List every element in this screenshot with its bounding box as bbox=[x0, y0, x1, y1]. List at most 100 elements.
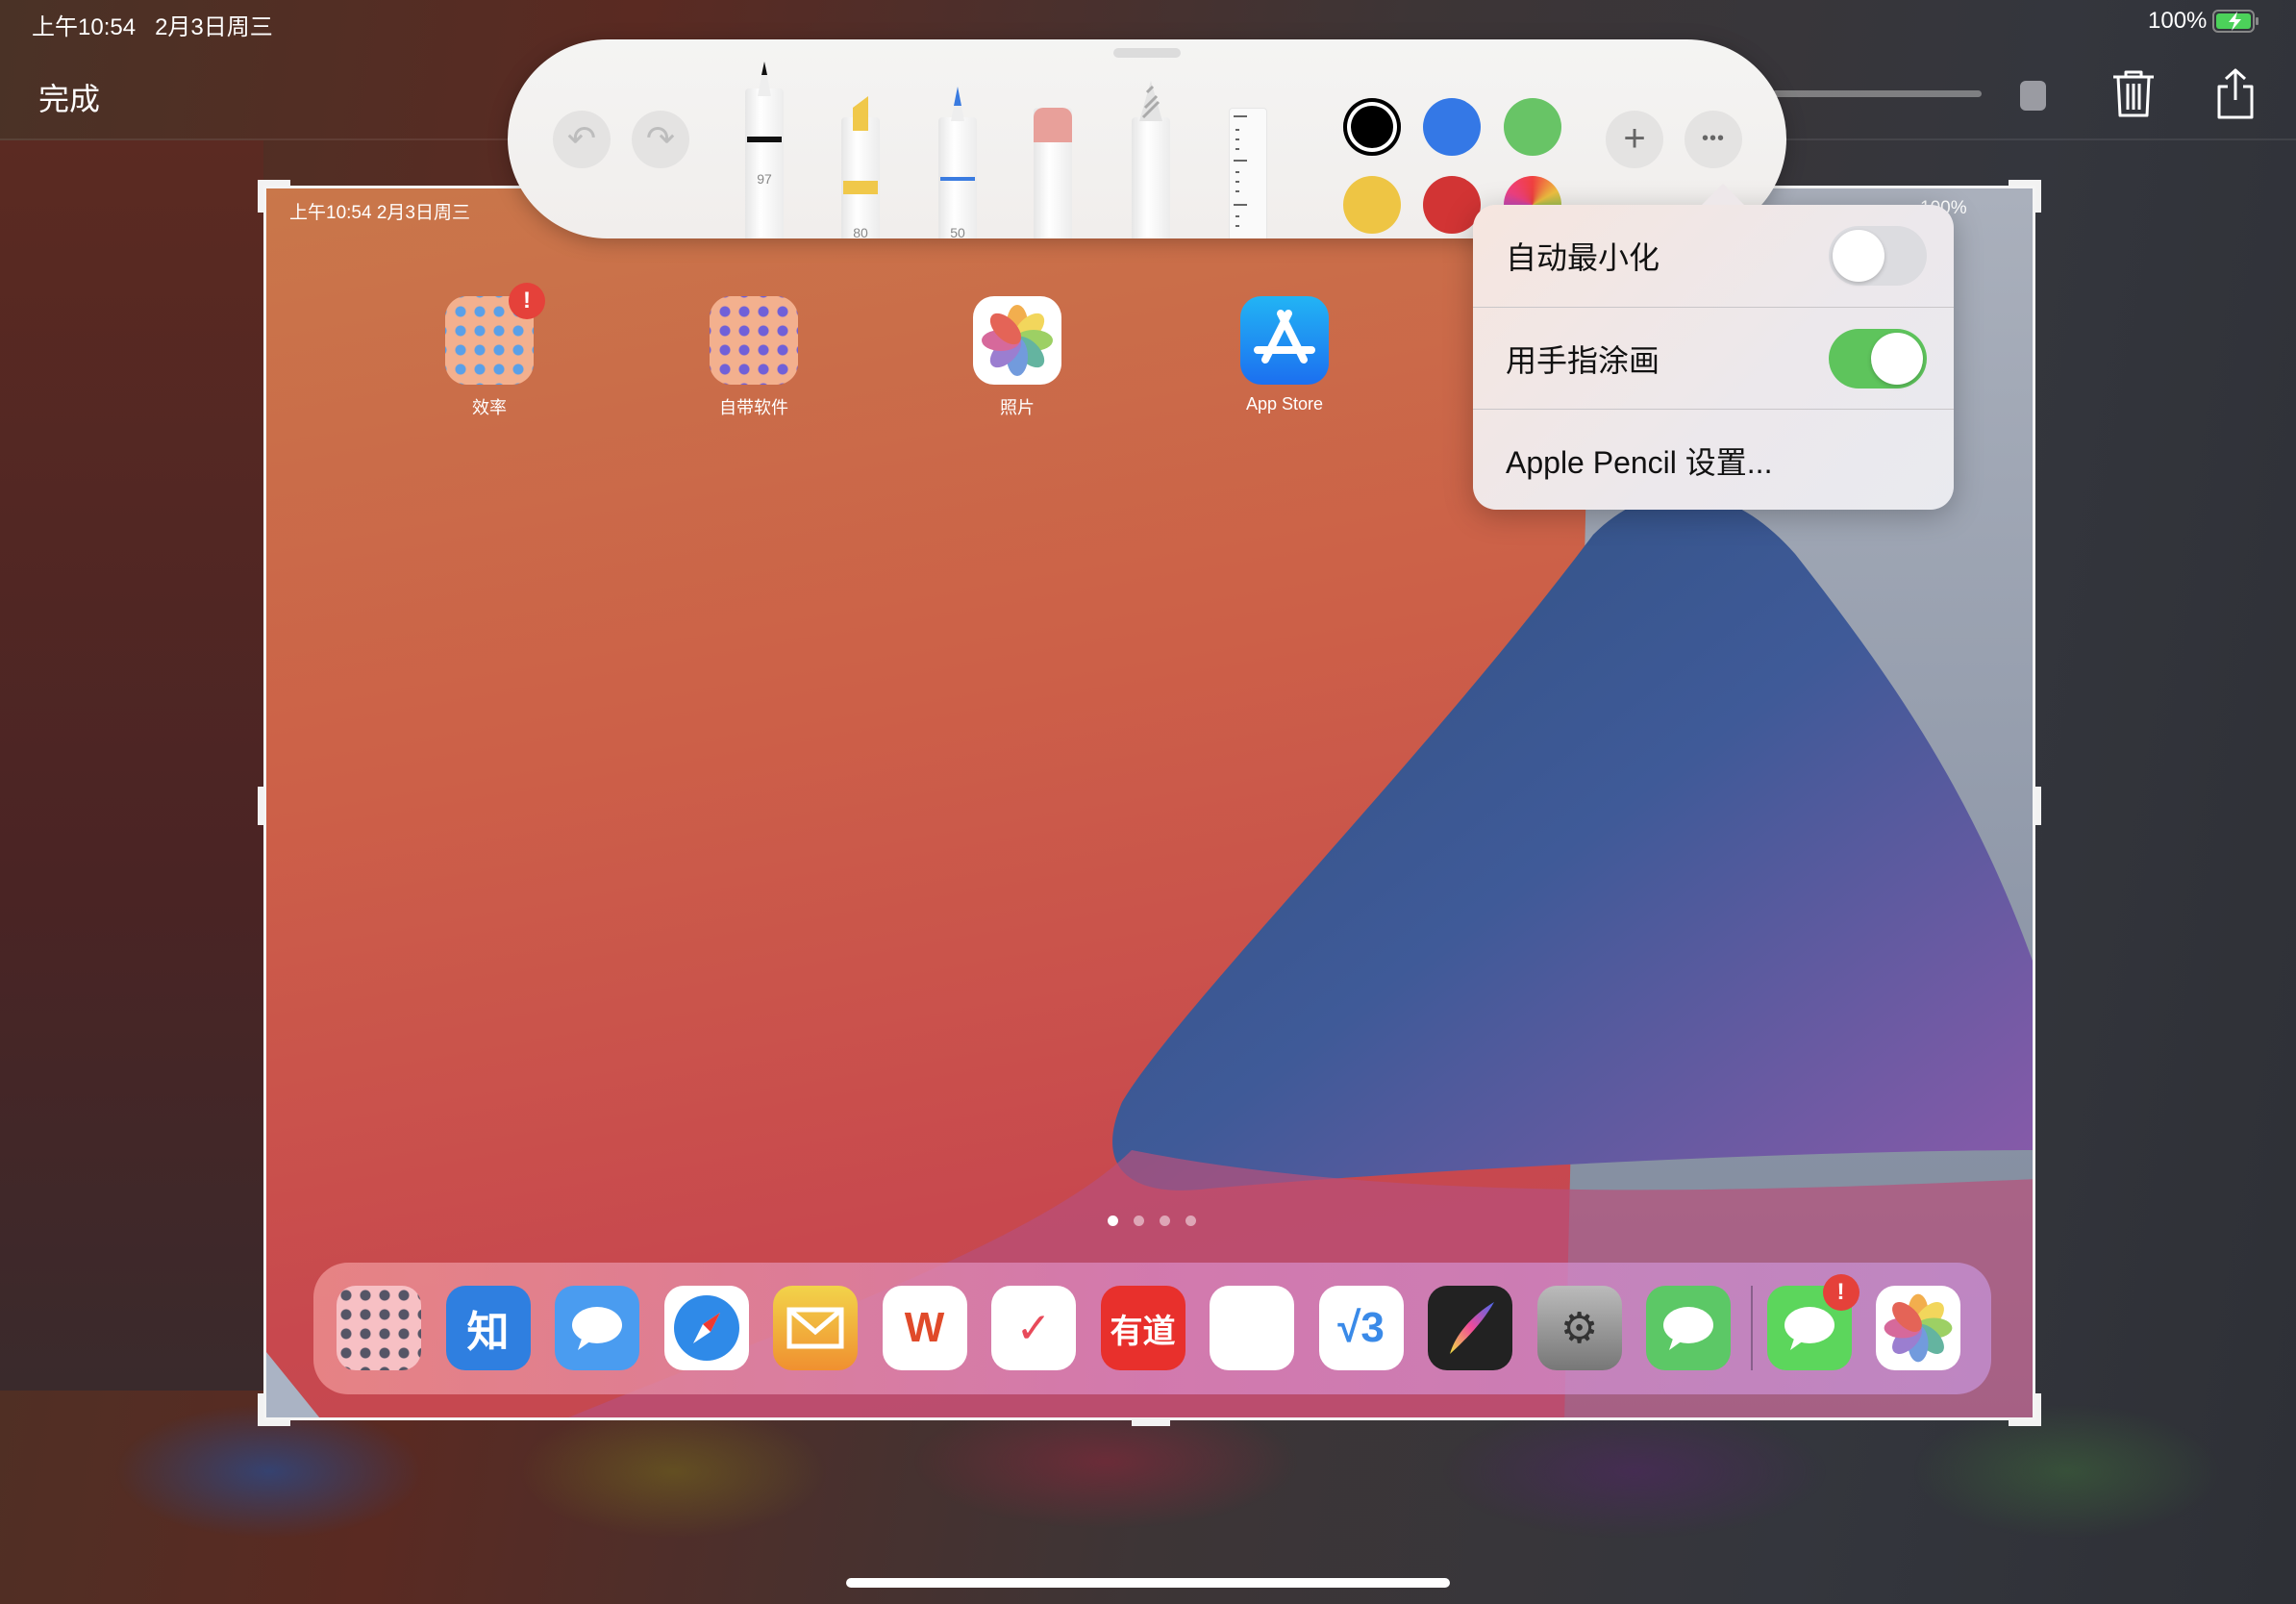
highlighter-width-label: 80 bbox=[853, 225, 868, 238]
app-photos[interactable]: 照片 bbox=[940, 296, 1094, 419]
dock-icon-glyph: ⚙ bbox=[1560, 1304, 1599, 1352]
highlighter-tool[interactable]: 80 bbox=[841, 96, 880, 238]
pen-tool[interactable]: 97 bbox=[745, 62, 784, 238]
more-button[interactable]: ••• bbox=[1685, 111, 1742, 168]
color-swatch[interactable] bbox=[1343, 98, 1401, 156]
folder-icon bbox=[710, 296, 798, 385]
add-button[interactable]: + bbox=[1606, 111, 1663, 168]
done-button[interactable]: 完成 bbox=[38, 75, 100, 119]
page-dot[interactable] bbox=[1160, 1216, 1170, 1226]
battery-percent: 100% bbox=[2148, 8, 2208, 34]
undo-icon: ↶ bbox=[566, 118, 597, 158]
dock-icon-glyph: 知 bbox=[466, 1309, 510, 1356]
crop-square-button[interactable] bbox=[2020, 81, 2046, 111]
toggle-knob bbox=[1871, 332, 1923, 385]
color-swatch[interactable] bbox=[1423, 176, 1481, 234]
app-label: 自带软件 bbox=[719, 398, 788, 417]
undo-button[interactable]: ↶ bbox=[553, 111, 611, 168]
page-dot[interactable] bbox=[1108, 1216, 1118, 1226]
crop-handle-bottom[interactable] bbox=[1132, 1420, 1170, 1426]
notification-badge: ! bbox=[509, 283, 545, 319]
app-label: App Store bbox=[1245, 394, 1324, 414]
status-time: 上午10:54 2月3日周三 bbox=[32, 14, 273, 40]
notification-badge: ! bbox=[1822, 1274, 1859, 1311]
app-label: 效率 bbox=[472, 398, 507, 417]
folder-icon: ! bbox=[445, 283, 545, 385]
menu-item-auto-minimize[interactable]: 自动最小化 bbox=[1473, 205, 1954, 307]
page-dot[interactable] bbox=[1134, 1216, 1144, 1226]
v3-icon[interactable]: √3 bbox=[1318, 1286, 1404, 1370]
opacity-slider[interactable] bbox=[1772, 90, 1982, 97]
lasso-tool[interactable] bbox=[1132, 81, 1170, 238]
toolbar-grabber[interactable] bbox=[1113, 48, 1181, 58]
chat-app-icon[interactable] bbox=[555, 1286, 639, 1370]
brush-stroke-icon bbox=[1450, 1302, 1494, 1354]
menu-item-label: 自动最小化 bbox=[1506, 240, 1660, 275]
dock-icon-glyph: 有道 bbox=[1110, 1313, 1176, 1350]
zhihu-icon[interactable]: 知 bbox=[445, 1286, 531, 1370]
menu-item-draw-with-finger[interactable]: 用手指涂画 bbox=[1473, 307, 1954, 409]
safari-icon[interactable] bbox=[663, 1286, 749, 1370]
screenshot-status-bar: 上午10:54 2月3日周三 bbox=[289, 203, 470, 223]
home-indicator[interactable] bbox=[846, 1578, 1450, 1588]
crop-handle-bottom-right[interactable] bbox=[2035, 1393, 2041, 1426]
procreate-icon[interactable] bbox=[1428, 1286, 1512, 1370]
trash-icon[interactable] bbox=[2109, 67, 2158, 121]
page-dot[interactable] bbox=[1185, 1216, 1196, 1226]
photos-icon[interactable] bbox=[1876, 1286, 1960, 1370]
crop-handle-top-right[interactable] bbox=[2035, 180, 2041, 213]
photos-flower-icon bbox=[1884, 1293, 1953, 1363]
pencil-tip-icon bbox=[951, 87, 964, 121]
pencil-width-label: 50 bbox=[950, 225, 965, 238]
redo-button[interactable]: ↷ bbox=[632, 111, 689, 168]
compass-icon bbox=[673, 1295, 739, 1361]
draw-with-finger-toggle[interactable] bbox=[1829, 328, 1927, 388]
folder-icon[interactable] bbox=[337, 1286, 421, 1370]
envelope-icon bbox=[786, 1307, 844, 1349]
app-label: 照片 bbox=[1000, 398, 1035, 417]
color-swatch[interactable] bbox=[1423, 98, 1481, 156]
speech-bubble-icon bbox=[1784, 1307, 1834, 1350]
redo-icon: ↷ bbox=[645, 118, 676, 158]
crop-handle-bottom-left[interactable] bbox=[258, 1393, 263, 1426]
app-folder-efficiency[interactable]: ! 效率 bbox=[412, 283, 566, 419]
dock-divider bbox=[1751, 1286, 1753, 1370]
battery-charging-icon bbox=[2212, 10, 2259, 33]
crop-handle-right[interactable] bbox=[2035, 787, 2041, 825]
auto-minimize-toggle[interactable] bbox=[1829, 226, 1927, 286]
eraser-cap bbox=[1034, 108, 1072, 142]
color-swatch[interactable] bbox=[1343, 176, 1401, 234]
pencil-tool[interactable]: 50 bbox=[938, 87, 977, 238]
mail-icon[interactable] bbox=[773, 1286, 858, 1370]
toggle-knob bbox=[1833, 230, 1884, 282]
page-indicator[interactable] bbox=[1108, 1216, 1196, 1226]
pen-tip-icon bbox=[758, 62, 771, 96]
ticktick-icon[interactable]: ✓ bbox=[991, 1286, 1076, 1370]
settings-icon[interactable]: ⚙ bbox=[1536, 1286, 1622, 1370]
ruler-ticks-icon bbox=[1234, 115, 1247, 238]
highlighter-tip-icon bbox=[853, 96, 868, 131]
menu-item-apple-pencil-settings[interactable]: Apple Pencil 设置... bbox=[1473, 409, 1954, 511]
dock-icon-glyph: √3 bbox=[1337, 1304, 1385, 1351]
menu-item-label: Apple Pencil 设置... bbox=[1506, 444, 1773, 480]
youdao-icon[interactable]: 有道 bbox=[1100, 1286, 1185, 1370]
pen-band bbox=[747, 137, 782, 142]
background-blur bbox=[0, 140, 263, 1391]
crop-handle-left[interactable] bbox=[258, 787, 263, 825]
notes-pen-icon[interactable] bbox=[1210, 1286, 1294, 1370]
wechat-icon[interactable] bbox=[1646, 1286, 1731, 1370]
dock: 知 W ✓ 有道 √3 ⚙! bbox=[313, 1263, 1991, 1394]
messages-icon[interactable]: ! bbox=[1766, 1274, 1859, 1370]
lasso-tip-icon bbox=[1139, 81, 1162, 121]
app-app-store[interactable]: App Store bbox=[1208, 296, 1361, 414]
status-battery: 100% bbox=[2148, 8, 2260, 35]
eraser-tool[interactable] bbox=[1034, 108, 1072, 238]
more-options-popover: 自动最小化 用手指涂画 Apple Pencil 设置... bbox=[1473, 184, 1954, 511]
app-folder-builtin[interactable]: 自带软件 bbox=[677, 296, 831, 419]
color-swatch[interactable] bbox=[1504, 98, 1561, 156]
share-icon[interactable] bbox=[2211, 67, 2259, 121]
crop-handle-top-left[interactable] bbox=[258, 180, 263, 213]
app-store-icon bbox=[1240, 296, 1329, 385]
wps-icon[interactable]: W bbox=[882, 1286, 967, 1370]
ruler-tool[interactable] bbox=[1229, 108, 1267, 238]
